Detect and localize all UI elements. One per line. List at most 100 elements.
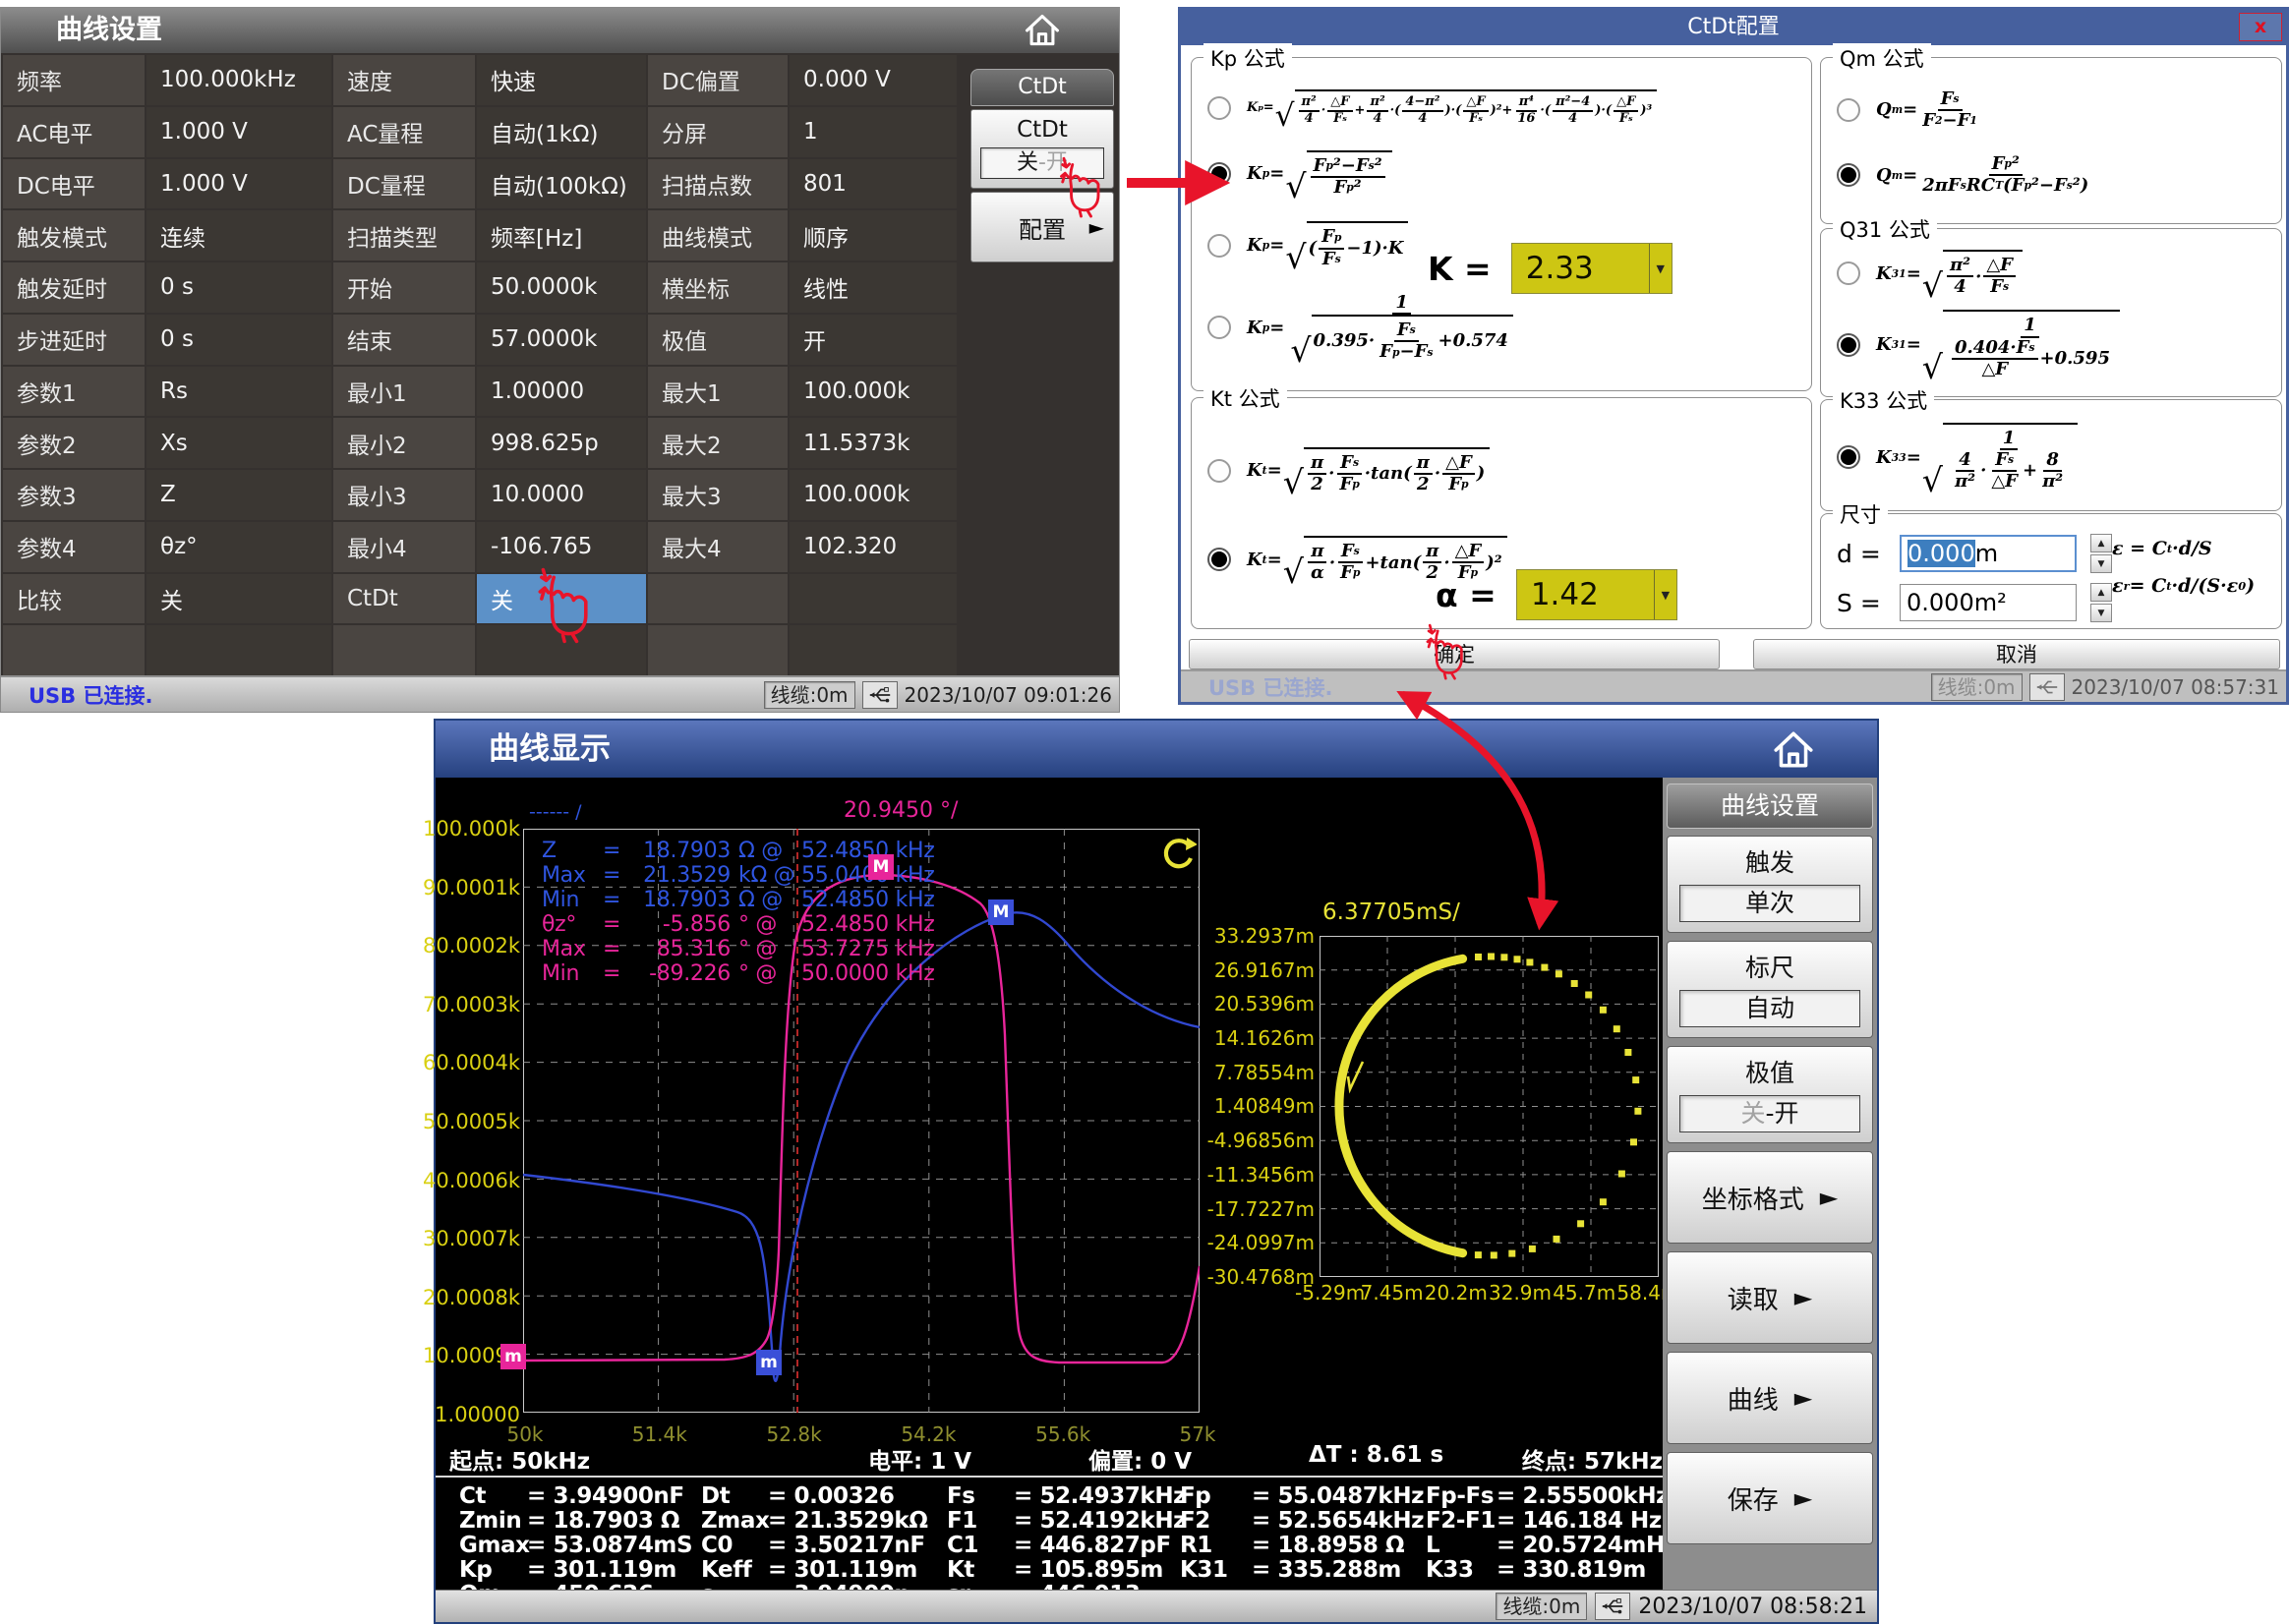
- d-input[interactable]: 0.000m: [1900, 535, 2077, 572]
- param-value: = 21.3529kΩ: [768, 1508, 947, 1534]
- dropdown-arrow-icon[interactable]: ▼: [1649, 244, 1672, 293]
- alpha-factor-dropdown[interactable]: 1.42 ▼: [1516, 569, 1677, 620]
- marker-m-pink[interactable]: m: [500, 1344, 526, 1369]
- s-input[interactable]: 0.000m²: [1900, 584, 2077, 621]
- d-spinner[interactable]: ▲ ▼: [2090, 534, 2112, 573]
- setting-value[interactable]: 1: [790, 107, 957, 157]
- setting-value[interactable]: 57.0000k: [477, 315, 646, 365]
- radio-button[interactable]: [1207, 234, 1231, 258]
- setting-value[interactable]: 顺序: [790, 210, 957, 261]
- left-scale-readout: ------ /: [529, 801, 582, 823]
- setting-value[interactable]: [477, 625, 646, 675]
- radio-button[interactable]: [1837, 445, 1860, 469]
- setting-value[interactable]: 快速: [477, 55, 646, 105]
- radio-button[interactable]: [1207, 96, 1231, 120]
- setting-value[interactable]: [790, 574, 957, 624]
- epsilon-r-formula: εr = Ct·d/(S·ε0): [2112, 575, 2255, 597]
- setting-value[interactable]: 801: [790, 159, 957, 209]
- setting-value[interactable]: -106.765: [477, 522, 646, 572]
- setting-value[interactable]: 0 s: [147, 315, 331, 365]
- spin-up-icon[interactable]: ▲: [2090, 534, 2112, 552]
- table-row: 频率 100.000kHz 速度 快速 DC偏置 0.000 V: [3, 55, 967, 105]
- sidebar-header-curve-settings[interactable]: 曲线设置: [1667, 783, 1873, 829]
- setting-value[interactable]: 1.00000: [477, 367, 646, 417]
- setting-value[interactable]: 10.0000: [477, 470, 646, 520]
- marker-m-blue[interactable]: m: [756, 1350, 782, 1375]
- formula: K33 = √14π²·Fs△F+8π²: [1876, 423, 2079, 492]
- radio-button[interactable]: [1837, 98, 1860, 122]
- spin-up-icon[interactable]: ▲: [2090, 583, 2112, 602]
- setting-value[interactable]: 50.0000k: [477, 262, 646, 313]
- setting-value[interactable]: 100.000k: [790, 367, 957, 417]
- radio-button[interactable]: [1207, 548, 1231, 571]
- toggle-off-label: 关: [1017, 150, 1038, 175]
- setting-value[interactable]: 100.000kHz: [147, 55, 331, 105]
- setting-value[interactable]: 连续: [147, 210, 331, 261]
- readout-value: 21.3529: [628, 863, 738, 888]
- dropdown-arrow-icon[interactable]: ▼: [1654, 570, 1676, 619]
- radio-button[interactable]: [1837, 333, 1860, 357]
- setting-value[interactable]: Z: [147, 470, 331, 520]
- setting-value[interactable]: 1.000 V: [147, 159, 331, 209]
- ruler-button[interactable]: 标尺 自动: [1667, 941, 1873, 1038]
- param-name: Kp: [459, 1557, 527, 1583]
- setting-value[interactable]: 自动(1kΩ): [477, 107, 646, 157]
- setting-value[interactable]: [790, 625, 957, 675]
- q31-formula-group: Q31 公式 K31 = √π²4·△FFs K31 = √10.404·Fs△…: [1820, 228, 2282, 397]
- s-spinner[interactable]: ▲ ▼: [2090, 583, 2112, 622]
- setting-label: 速度: [333, 55, 475, 105]
- setting-value[interactable]: [147, 625, 331, 675]
- read-button[interactable]: 读取 ►: [1667, 1251, 1873, 1344]
- ctdt-toggle-button[interactable]: CtDt 关-开: [970, 109, 1114, 189]
- trigger-button[interactable]: 触发 单次: [1667, 836, 1873, 933]
- setting-value[interactable]: 自动(100kΩ): [477, 159, 646, 209]
- y-tick-label: 80.0002k: [423, 935, 520, 957]
- setting-value[interactable]: 线性: [790, 262, 957, 313]
- setting-value[interactable]: 998.625p: [477, 418, 646, 468]
- setting-value[interactable]: 开: [790, 315, 957, 365]
- param-value: = 20.5724mH: [1497, 1533, 1654, 1558]
- setting-value[interactable]: Xs: [147, 418, 331, 468]
- marker-M-blue[interactable]: M: [988, 899, 1014, 925]
- marker-M-pink[interactable]: M: [868, 854, 894, 880]
- setting-value[interactable]: 100.000k: [790, 470, 957, 520]
- setting-label: 分屏: [648, 107, 788, 157]
- setting-value[interactable]: 频率[Hz]: [477, 210, 646, 261]
- formula: Qm = FsF2−F1: [1876, 89, 1982, 131]
- radio-button[interactable]: [1837, 163, 1860, 187]
- setting-label: [648, 625, 788, 675]
- k-factor-dropdown[interactable]: 2.33 ▼: [1511, 243, 1673, 294]
- refresh-rotate-icon[interactable]: [1159, 837, 1197, 878]
- ctdt-config-dialog: CtDt配置 x Kp 公式 Kp = √π²4·△FFs+π²4·(4−π²4…: [1178, 7, 2289, 705]
- close-icon[interactable]: x: [2239, 13, 2282, 41]
- extreme-button[interactable]: 极值 关-开: [1667, 1046, 1873, 1143]
- display-sidebar: 曲线设置 触发 单次 标尺 自动 极值 关-开 坐标格式 ► 读取 ► 曲线 ►: [1663, 778, 1877, 1590]
- config-button[interactable]: 配置 ►: [970, 192, 1114, 262]
- radio-button[interactable]: [1207, 459, 1231, 483]
- setting-value[interactable]: θz°: [147, 522, 331, 572]
- coord-format-button[interactable]: 坐标格式 ►: [1667, 1151, 1873, 1244]
- toggle-on-label: 开: [1775, 1099, 1799, 1128]
- spin-down-icon[interactable]: ▼: [2090, 554, 2112, 573]
- setting-value[interactable]: 关: [147, 574, 331, 624]
- setting-value[interactable]: 0.000 V: [790, 55, 957, 105]
- radio-button[interactable]: [1207, 316, 1231, 339]
- setting-value[interactable]: Rs: [147, 367, 331, 417]
- param-name: K31: [1180, 1557, 1252, 1583]
- setting-value[interactable]: 11.5373k: [790, 418, 957, 468]
- ok-button[interactable]: 确定: [1189, 639, 1720, 669]
- submenu-arrow-icon: ►: [1794, 1484, 1812, 1512]
- formula: Kp = √Fp²−Fs²Fp²: [1247, 150, 1393, 198]
- y-tick-label: 90.0001k: [423, 877, 520, 899]
- curve-button[interactable]: 曲线 ►: [1667, 1352, 1873, 1444]
- setting-value[interactable]: 1.000 V: [147, 107, 331, 157]
- setting-value[interactable]: 0 s: [147, 262, 331, 313]
- radio-button[interactable]: [1207, 162, 1231, 186]
- param-name: Fs: [947, 1483, 1014, 1509]
- save-button[interactable]: 保存 ►: [1667, 1452, 1873, 1544]
- setting-value[interactable]: 关: [477, 574, 646, 624]
- cancel-button[interactable]: 取消: [1753, 639, 2280, 669]
- spin-down-icon[interactable]: ▼: [2090, 604, 2112, 622]
- setting-value[interactable]: 102.320: [790, 522, 957, 572]
- radio-button[interactable]: [1837, 261, 1860, 285]
